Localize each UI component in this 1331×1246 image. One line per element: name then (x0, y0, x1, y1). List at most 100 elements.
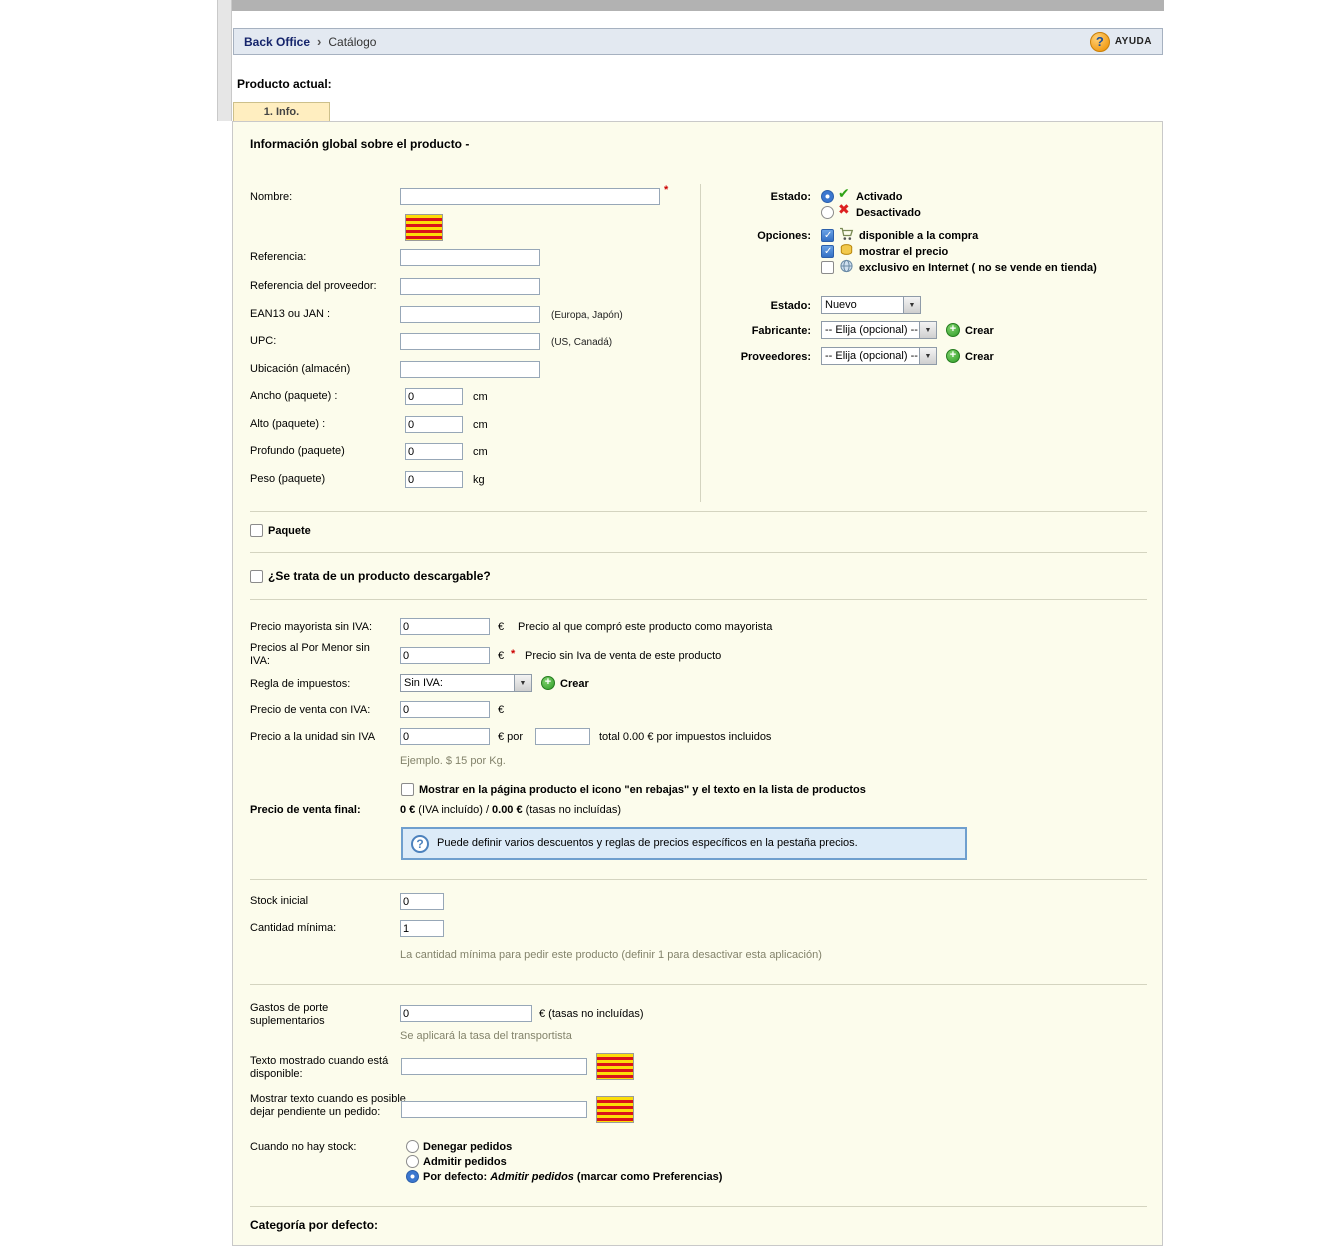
precio-venta-iva-label: Precio de venta con IVA: (250, 704, 371, 716)
denegar-pedidos-radio[interactable] (406, 1140, 419, 1153)
por-defecto-prefix: Por defecto: (423, 1171, 488, 1183)
estado-desactivado-radio[interactable] (821, 206, 834, 219)
divider (250, 599, 1147, 600)
upc-input[interactable] (400, 333, 540, 350)
language-flag-icon[interactable] (596, 1096, 634, 1123)
question-icon: ? (411, 834, 429, 853)
breadcrumb-catalogo-link[interactable]: Catálogo (328, 35, 376, 49)
tab-info[interactable]: 1. Info. (233, 102, 330, 121)
stock-inicial-label: Stock inicial (250, 895, 309, 907)
regla-impuestos-select[interactable]: Sin IVA: ▼ (400, 674, 532, 692)
descargable-checkbox[interactable] (250, 570, 263, 583)
ubicacion-label: Ubicación (almacén) (250, 363, 351, 375)
ancho-input[interactable] (405, 388, 463, 405)
condicion-select[interactable]: Nuevo ▼ (821, 296, 921, 314)
nombre-required-mark: * (664, 184, 669, 196)
referencia-proveedor-input[interactable] (400, 278, 540, 295)
cantidad-minima-input[interactable] (400, 920, 444, 937)
fabricante-select[interactable]: -- Elija (opcional) -- ▼ (821, 321, 937, 339)
dropdown-arrow-icon: ▼ (903, 297, 920, 313)
upc-label: UPC: (250, 335, 277, 347)
precio-final-iva-nota: (IVA incluído) / (418, 804, 490, 816)
cantidad-minima-label: Cantidad mínima: (250, 922, 337, 934)
impuestos-add-icon[interactable]: + (541, 676, 555, 690)
proveedores-add-icon[interactable]: + (946, 349, 960, 363)
impuestos-crear-link[interactable]: Crear (560, 678, 589, 690)
por-defecto-radio[interactable] (406, 1170, 419, 1183)
proveedores-select-value: -- Elija (opcional) -- (825, 350, 918, 362)
breadcrumb: Back Office › Catálogo ? AYUDA (233, 28, 1163, 55)
precio-unidad-input[interactable] (400, 728, 490, 745)
fabricante-crear-link[interactable]: Crear (965, 325, 994, 337)
divider (250, 511, 1147, 512)
help-icon: ? (1089, 31, 1110, 52)
disponible-compra-checkbox[interactable] (821, 229, 834, 242)
profundo-unit: cm (473, 446, 488, 458)
stock-inicial-input[interactable] (400, 893, 444, 910)
language-flag-icon[interactable] (596, 1053, 634, 1080)
opciones-label: Opciones: (757, 230, 811, 242)
left-edge-strip (217, 0, 232, 121)
precio-unidad-por-input[interactable] (535, 728, 590, 745)
regla-impuestos-label: Regla de impuestos: (250, 678, 351, 690)
precio-venta-iva-unit: € (498, 704, 505, 716)
texto-disponible-input[interactable] (401, 1058, 587, 1075)
breadcrumb-separator-icon: › (317, 34, 322, 49)
referencia-label: Referencia: (250, 251, 307, 263)
divider (250, 552, 1147, 553)
precio-mayorista-hint: Precio al que compró este producto como … (518, 621, 773, 633)
admitir-pedidos-radio[interactable] (406, 1155, 419, 1168)
sin-stock-label: Cuando no hay stock: (250, 1141, 357, 1153)
ancho-unit: cm (473, 391, 488, 403)
breadcrumb-back-office-link[interactable]: Back Office (244, 35, 310, 49)
proveedores-select[interactable]: -- Elija (opcional) -- ▼ (821, 347, 937, 365)
peso-input[interactable] (405, 471, 463, 488)
peso-unit: kg (473, 474, 485, 486)
precio-menor-hint: Precio sin Iva de venta de este producto (525, 650, 722, 662)
fabricante-add-icon[interactable]: + (946, 323, 960, 337)
precio-mayorista-input[interactable] (400, 618, 490, 635)
proveedores-crear-link[interactable]: Crear (965, 351, 994, 363)
fabricante-label: Fabricante: (751, 325, 811, 337)
profundo-input[interactable] (405, 443, 463, 460)
condicion-label: Estado: (770, 300, 811, 312)
upc-hint: (US, Canadá) (551, 337, 613, 348)
rebajas-checkbox[interactable] (401, 783, 414, 796)
mostrar-precio-checkbox[interactable] (821, 245, 834, 258)
alto-input[interactable] (405, 416, 463, 433)
language-flag-icon[interactable] (405, 214, 443, 241)
precio-venta-iva-input[interactable] (400, 701, 490, 718)
help-button[interactable]: ? AYUDA (1089, 31, 1152, 52)
nombre-input[interactable] (400, 188, 660, 205)
exclusivo-internet-checkbox[interactable] (821, 261, 834, 274)
referencia-input[interactable] (400, 249, 540, 266)
texto-pendiente-label: Mostrar texto cuando es posible dejar pe… (250, 1093, 406, 1118)
precio-menor-required-mark: * (511, 648, 516, 660)
precio-menor-input[interactable] (400, 647, 490, 664)
precio-final-iva: 0 € (400, 804, 416, 816)
proveedores-label: Proveedores: (740, 351, 811, 363)
tab-info-label: 1. Info. (263, 106, 300, 118)
dropdown-arrow-icon: ▼ (514, 675, 531, 691)
mostrar-precio-label: mostrar el precio (859, 246, 949, 258)
admitir-pedidos-label: Admitir pedidos (423, 1156, 507, 1168)
condicion-select-value: Nuevo (825, 299, 857, 311)
gastos-porte-input[interactable] (400, 1005, 532, 1022)
coins-icon (840, 244, 853, 255)
cart-icon (840, 227, 854, 240)
alto-label: Alto (paquete) : (250, 418, 326, 430)
categoria-defecto-label: Categoría por defecto: (250, 1218, 379, 1232)
precios-info-text: Puede definir varios descuentos y reglas… (437, 837, 858, 849)
texto-pendiente-input[interactable] (401, 1101, 587, 1118)
estado-activado-radio[interactable] (821, 190, 834, 203)
dropdown-arrow-icon: ▼ (919, 348, 936, 364)
estado-label: Estado: (770, 191, 811, 203)
ean-label: EAN13 ou JAN : (250, 308, 331, 320)
ubicacion-input[interactable] (400, 361, 540, 378)
ean-input[interactable] (400, 306, 540, 323)
precio-mayorista-label: Precio mayorista sin IVA: (250, 621, 373, 633)
divider (250, 984, 1147, 985)
paquete-checkbox[interactable] (250, 524, 263, 537)
regla-impuestos-select-value: Sin IVA: (404, 677, 443, 689)
por-defecto-valor: Admitir pedidos (490, 1171, 574, 1183)
